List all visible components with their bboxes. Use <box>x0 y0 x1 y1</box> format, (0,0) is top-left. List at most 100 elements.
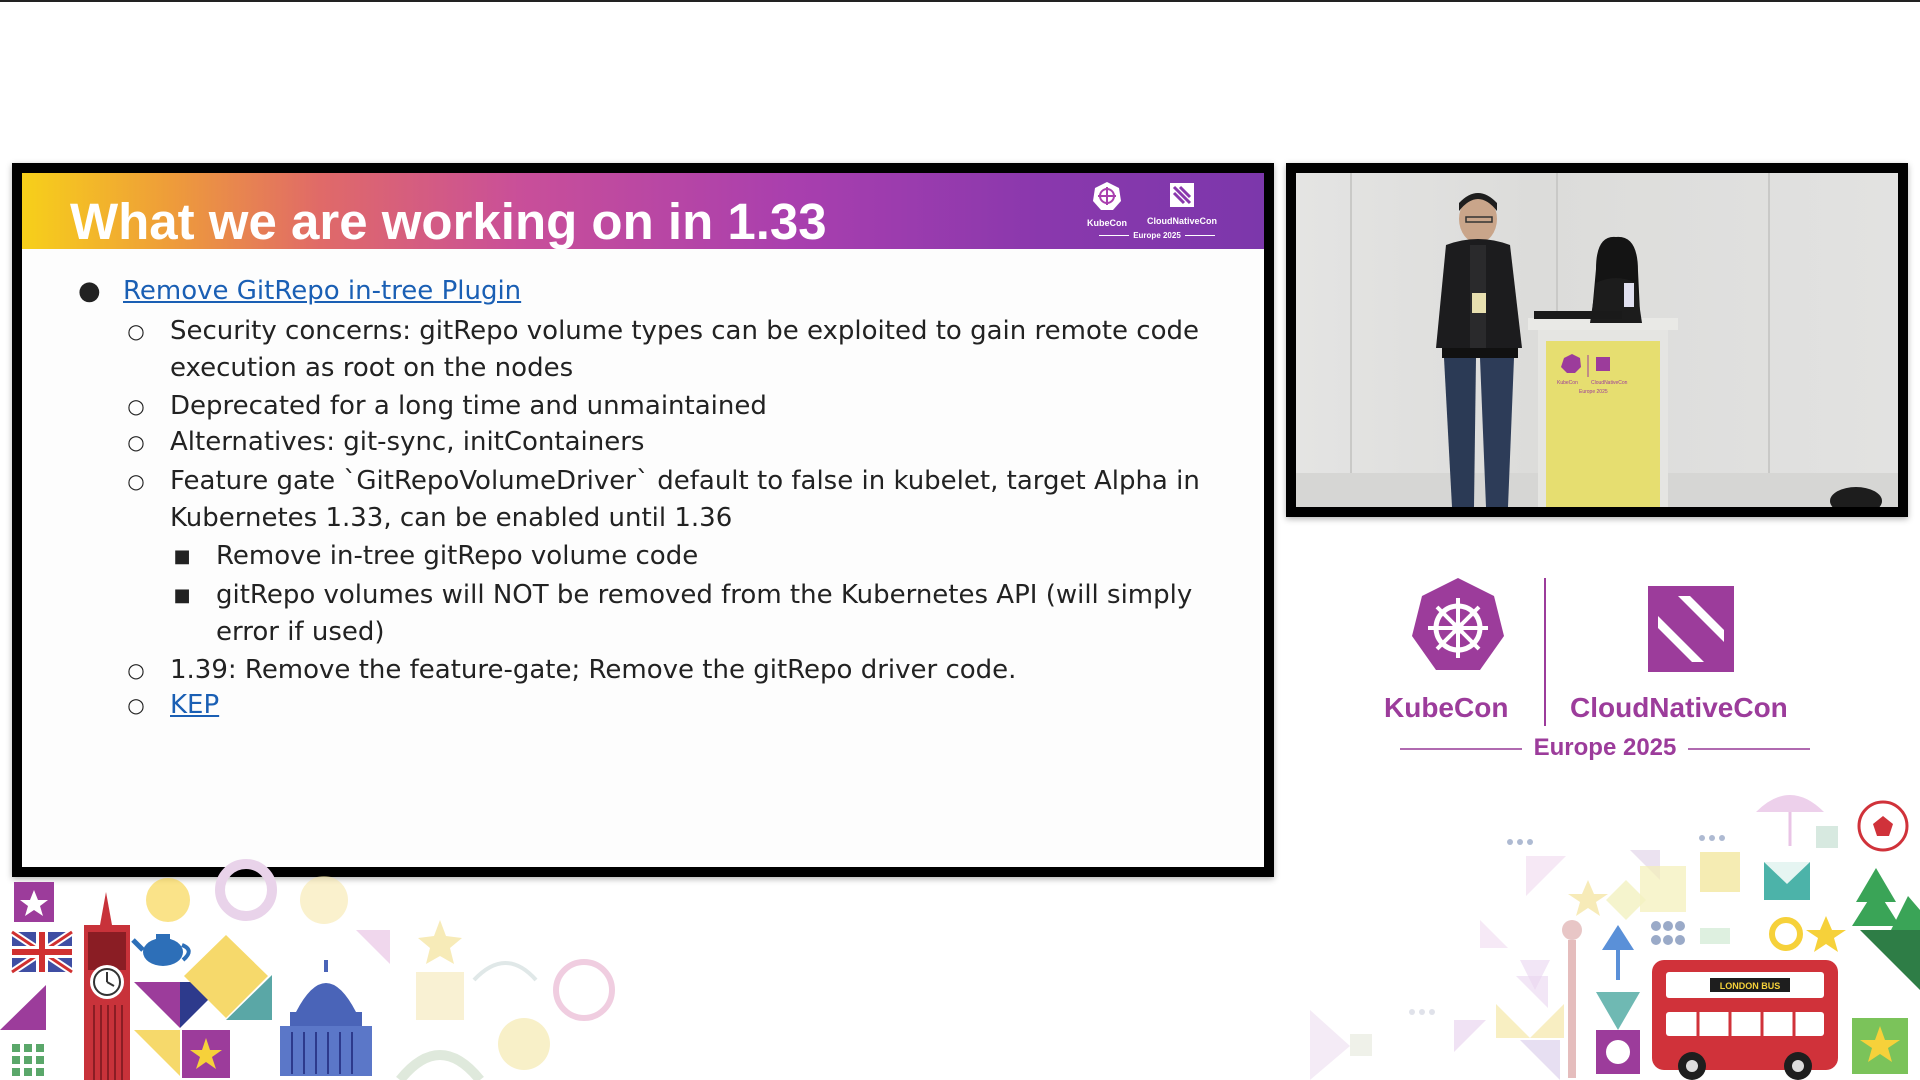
top-border <box>0 0 1920 2</box>
big-ben-icon <box>84 892 130 1080</box>
triangle-faded <box>1630 850 1660 880</box>
header-kubecon-label: KubeCon <box>1082 218 1132 228</box>
dots-grid-icon <box>1651 921 1685 945</box>
kubecon-brand: KubeCon CloudNativeCon Europe 2025 <box>1380 576 1830 766</box>
dots-grid-icon <box>12 1044 44 1076</box>
bullet-marker: ○ <box>126 313 146 350</box>
camera-feed: KubeCon CloudNativeCon Europe 2025 <box>1296 173 1898 507</box>
bullet-marker: ● <box>78 273 98 310</box>
slide-bullet: ○Security concerns: gitRepo volume types… <box>170 313 1199 350</box>
wheel-faded-icon <box>556 962 612 1018</box>
arrow-up-icon <box>1602 925 1634 950</box>
slide-bullet: execution as root on the nodes <box>170 350 573 387</box>
camera-frame: KubeCon CloudNativeCon Europe 2025 <box>1286 163 1908 517</box>
cloudnativecon-icon <box>1168 181 1196 209</box>
diamond-faded <box>1606 880 1646 920</box>
speakers-illustration: KubeCon CloudNativeCon Europe 2025 <box>1296 173 1898 507</box>
bullet-marker: ○ <box>126 388 146 425</box>
teapot-icon <box>133 934 189 966</box>
triangle-shape <box>1596 992 1640 1030</box>
podium-kubecon-text: KubeCon <box>1557 380 1578 386</box>
header-event-label: Europe 2025 <box>1082 231 1232 240</box>
triangle-shape <box>134 1030 180 1076</box>
triangle-faded <box>1520 1040 1560 1080</box>
bullet-text: Remove in-tree gitRepo volume code <box>216 541 698 571</box>
slide-bullet-link[interactable]: ●Remove GitRepo in-tree Plugin <box>123 273 521 310</box>
triangle-faded <box>356 930 390 964</box>
football-icon <box>1859 802 1907 850</box>
umbrella-icon <box>1756 795 1824 812</box>
star-tile-icon <box>1852 1018 1908 1074</box>
square-shape <box>1596 1030 1640 1074</box>
diamond-shape <box>184 935 268 1018</box>
slide-title: What we are working on in 1.33 <box>70 195 827 249</box>
st-pauls-icon <box>280 960 372 1076</box>
slide-bullet: ○Feature gate `GitRepoVolumeDriver` defa… <box>170 463 1200 500</box>
cloudnativecon-label: CloudNativeCon <box>1570 692 1788 724</box>
kubecon-label: KubeCon <box>1384 692 1508 724</box>
event-line-left <box>1400 748 1522 750</box>
star-tile-icon <box>182 1030 230 1078</box>
window-icon <box>1640 866 1686 912</box>
bullet-text: Deprecated for a long time and unmaintai… <box>170 391 767 421</box>
bullet-text: execution as root on the nodes <box>170 353 573 383</box>
bullet-text: Alternatives: git-sync, initContainers <box>170 427 644 457</box>
sun-faded-icon <box>300 876 348 924</box>
rect-shape <box>1700 928 1730 944</box>
triangle-shape <box>1860 930 1920 990</box>
bullet-text: Kubernetes 1.33, can be enabled until 1.… <box>170 503 732 533</box>
triangle-shape <box>0 985 46 1030</box>
brand-divider <box>1544 578 1546 726</box>
slide-bullet: Kubernetes 1.33, can be enabled until 1.… <box>170 500 732 537</box>
bullet-marker: ○ <box>126 424 146 461</box>
bus-sign-text: LONDON BUS <box>1720 981 1781 991</box>
header-cloudnativecon-label: CloudNativeCon <box>1134 216 1230 226</box>
london-bus-icon: LONDON BUS <box>1652 960 1838 1080</box>
star-faded-icon <box>418 920 462 964</box>
triangle-shape <box>180 982 226 1028</box>
triangle-faded <box>1520 960 1550 990</box>
triangle-cluster <box>1454 976 1564 1052</box>
slide-frame: What we are working on in 1.33 KubeCon C… <box>12 163 1274 877</box>
left-decor <box>0 864 612 1080</box>
slide-bullet: ○Alternatives: git-sync, initContainers <box>170 424 644 461</box>
slide-bullet: error if used) <box>216 614 385 651</box>
header-cloudnativecon-logo: CloudNativeCon <box>1134 181 1230 226</box>
triangle-faded <box>1526 856 1566 896</box>
bullet-link-text[interactable]: KEP <box>170 690 219 720</box>
pine-trees-icon <box>1852 868 1920 932</box>
bullet-marker: ○ <box>126 652 146 689</box>
streetlamp-icon <box>1562 920 1582 1078</box>
slide: What we are working on in 1.33 KubeCon C… <box>22 173 1264 867</box>
raindrops-icon <box>1507 835 1725 845</box>
bullet-text: Security concerns: gitRepo volume types … <box>170 316 1199 346</box>
square-faded <box>1350 1034 1372 1056</box>
triangle-shape <box>134 982 180 1028</box>
event-line-right <box>1688 748 1810 750</box>
audience-head <box>1830 487 1882 507</box>
slide-bullet-link[interactable]: ○KEP <box>170 687 219 724</box>
star-faded-icon <box>1568 880 1608 916</box>
kubecon-wheel-icon <box>1092 181 1122 211</box>
event-text: Europe 2025 <box>1534 734 1677 761</box>
event-label: Europe 2025 <box>1380 734 1830 762</box>
triangle-faded <box>1310 1010 1350 1080</box>
bullet-text: error if used) <box>216 617 385 647</box>
bullet-text: Feature gate `GitRepoVolumeDriver` defau… <box>170 466 1200 496</box>
square-shape <box>1816 826 1838 848</box>
slide-bullet: ■Remove in-tree gitRepo volume code <box>216 538 698 575</box>
bullet-link-text[interactable]: Remove GitRepo in-tree Plugin <box>123 276 521 306</box>
sun-icon <box>146 878 190 922</box>
slide-header: What we are working on in 1.33 KubeCon C… <box>22 173 1264 249</box>
bullet-marker: ■ <box>172 538 192 575</box>
podium-event-text: Europe 2025 <box>1579 389 1608 395</box>
podium-cloudnativecon-text: CloudNativeCon <box>1591 380 1628 386</box>
bullet-marker: ○ <box>126 463 146 500</box>
arc-faded <box>400 1055 480 1080</box>
ring-icon <box>1772 920 1800 948</box>
window-faded <box>416 972 464 1020</box>
bullet-text: 1.39: Remove the feature-gate; Remove th… <box>170 655 1016 685</box>
slide-bullet: ○1.39: Remove the feature-gate; Remove t… <box>170 652 1016 689</box>
union-jack-icon <box>12 932 72 972</box>
right-decor: LONDON BUS <box>1310 795 1920 1080</box>
